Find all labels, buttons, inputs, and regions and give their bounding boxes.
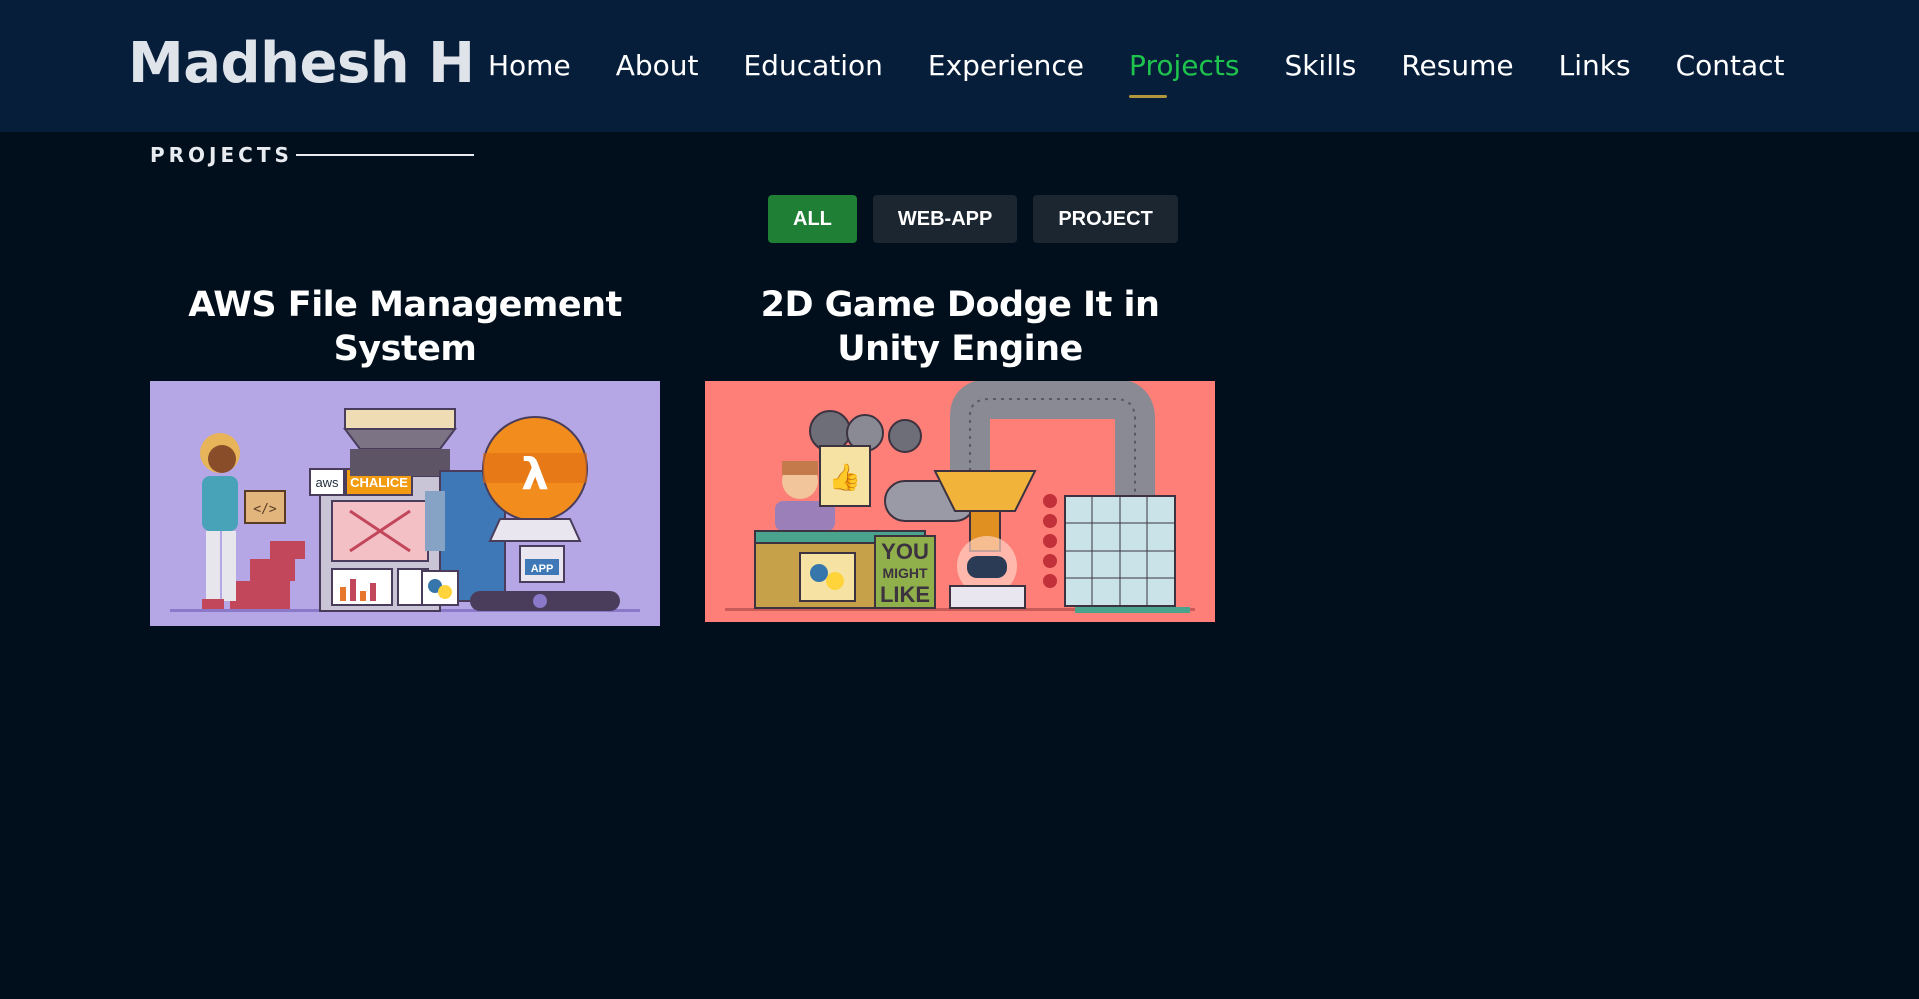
game-illustration: 👍 YOU MIGHT LIKE — [705, 381, 1215, 622]
section-title: PROJECTS — [150, 143, 293, 167]
aws-logo-icon: aws — [315, 475, 339, 490]
nav-skills[interactable]: Skills — [1284, 42, 1356, 90]
main-nav: Home About Education Experience Projects… — [488, 42, 1830, 98]
project-card-aws[interactable]: AWS File Management System </> aws CHALI… — [150, 283, 660, 626]
code-box-label: </> — [253, 502, 277, 517]
nav-education[interactable]: Education — [743, 42, 882, 90]
lambda-icon: λ — [521, 449, 549, 500]
filter-all-button[interactable]: ALL — [768, 195, 857, 243]
filter-project-button[interactable]: PROJECT — [1033, 195, 1178, 243]
chalice-label: CHALICE — [350, 475, 408, 490]
section-divider — [296, 154, 474, 156]
might-label: MIGHT — [882, 565, 928, 581]
project-card-unity[interactable]: 2D Game Dodge It in Unity Engine 👍 YOU M… — [705, 283, 1215, 622]
nav-resume[interactable]: Resume — [1401, 42, 1513, 90]
aws-illustration: </> aws CHALICE λ APP — [150, 381, 660, 626]
nav-about[interactable]: About — [616, 42, 699, 90]
nav-links[interactable]: Links — [1559, 42, 1631, 90]
app-label: APP — [531, 563, 554, 575]
nav-contact[interactable]: Contact — [1676, 42, 1785, 90]
project-image-aws[interactable]: </> aws CHALICE λ APP — [150, 381, 660, 626]
brand-logo[interactable]: Madhesh H — [128, 24, 475, 104]
like-label: LIKE — [880, 582, 930, 607]
project-title[interactable]: AWS File Management System — [150, 283, 660, 381]
filter-web-app-button[interactable]: WEB-APP — [872, 195, 1018, 243]
project-title[interactable]: 2D Game Dodge It in Unity Engine — [705, 283, 1215, 381]
project-image-unity[interactable]: 👍 YOU MIGHT LIKE — [705, 381, 1215, 622]
nav-home[interactable]: Home — [488, 42, 571, 90]
gamepad-icon — [967, 556, 1007, 578]
thumbs-up-icon: 👍 — [829, 462, 861, 493]
site-header: Madhesh H Home About Education Experienc… — [0, 0, 1919, 132]
nav-experience[interactable]: Experience — [928, 42, 1084, 90]
project-filters: ALL WEB-APP PROJECT — [768, 195, 1178, 243]
nav-projects[interactable]: Projects — [1129, 42, 1239, 98]
you-label: YOU — [881, 539, 929, 564]
